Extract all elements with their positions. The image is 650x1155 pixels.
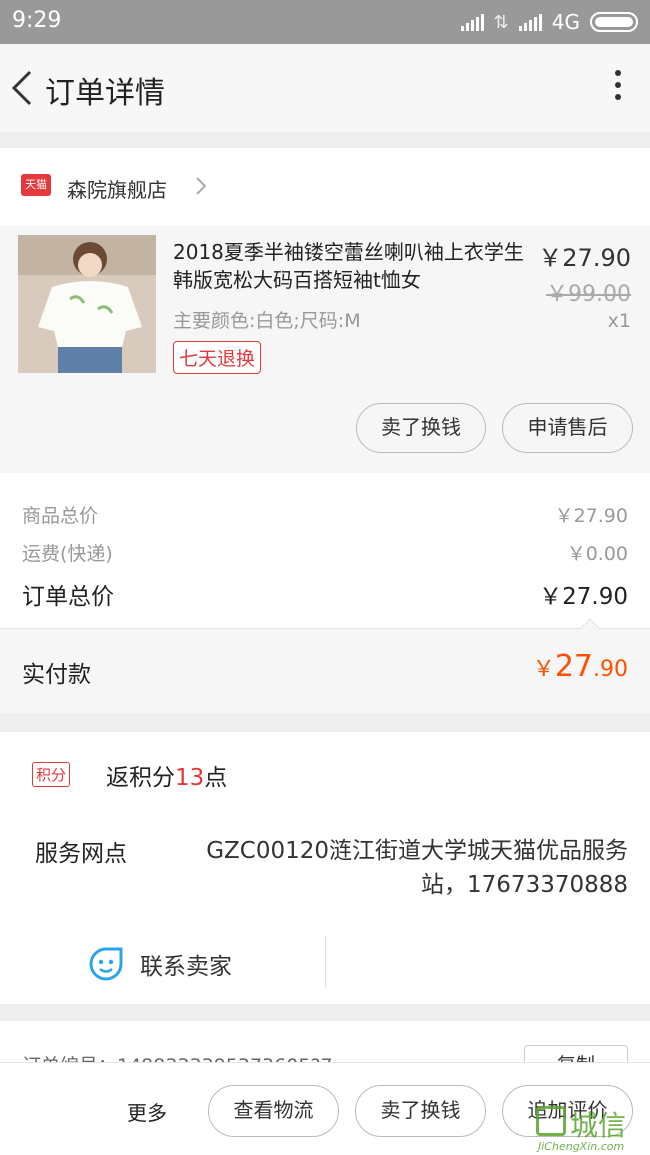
store-name[interactable]: 森院旗舰店 (67, 174, 167, 203)
shipping-label: 运费(快递) (22, 543, 113, 565)
order-total-label: 订单总价 (22, 584, 114, 610)
points-suffix: 点 (204, 765, 228, 791)
goods-total-row: 商品总价 ￥27.90 (22, 501, 628, 528)
signal-icon (460, 13, 484, 31)
watermark-logo-icon (536, 1106, 566, 1136)
status-bar: 9:29 ⇅ 4G (0, 0, 650, 44)
more-button[interactable]: 更多 (127, 1097, 167, 1126)
points-badge: 积分 (32, 762, 71, 787)
view-logistics-button[interactable]: 查看物流 (208, 1085, 339, 1137)
original-price: ￥99.00 (546, 282, 631, 307)
paid-label: 实付款 (22, 662, 91, 688)
divider-vertical (325, 936, 326, 988)
chat-face-icon (89, 947, 123, 981)
goods-total-value: ￥27.90 (554, 505, 628, 527)
watermark-subtext: JiChengXin.com (538, 1140, 625, 1153)
order-item-card: 天猫 森院旗舰店 2018夏季半袖镂空蕾丝喇叭袖上衣学生韩版宽松大码百搭短袖t恤… (0, 148, 650, 473)
network-type: 4G (551, 10, 580, 34)
product-row[interactable]: 2018夏季半袖镂空蕾丝喇叭袖上衣学生韩版宽松大码百搭短袖t恤女 主要颜色:白色… (0, 226, 650, 473)
product-thumbnail[interactable] (18, 235, 156, 373)
page-title: 订单详情 (45, 76, 165, 111)
paid-integer: 27 (554, 649, 593, 684)
order-total-row: 订单总价 ￥27.90 (22, 577, 628, 611)
sell-button[interactable]: 卖了换钱 (356, 403, 486, 453)
goods-total-label: 商品总价 (22, 505, 99, 527)
shipping-row: 运费(快递) ￥0.00 (22, 539, 628, 566)
status-right: ⇅ 4G (460, 10, 638, 34)
watermark: 城信 JiChengXin.com (536, 1106, 648, 1154)
back-arrow-icon[interactable] (8, 66, 38, 110)
chevron-right-icon (196, 177, 207, 195)
order-total-value: ￥27.90 (539, 584, 628, 610)
service-card: 积分 返积分13点 服务网点 GZC00120涟江街道大学城天猫优品服务站，17… (0, 732, 650, 1004)
status-time: 9:29 (12, 8, 62, 33)
more-options-icon[interactable] (612, 70, 624, 106)
shipping-value: ￥0.00 (566, 543, 628, 565)
points-count: 13 (175, 765, 205, 791)
return-policy-tag: 七天退换 (173, 341, 262, 374)
watermark-text: 城信 (570, 1109, 627, 1142)
data-transfer-icon: ⇅ (493, 11, 509, 33)
battery-icon (590, 12, 638, 32)
product-quantity: x1 (607, 310, 631, 332)
points-text: 返积分13点 (106, 758, 227, 792)
store-row[interactable]: 天猫 森院旗舰店 (0, 148, 650, 226)
header: 订单详情 (0, 44, 650, 132)
sell-button-bottom[interactable]: 卖了换钱 (355, 1085, 486, 1137)
paid-currency: ￥ (532, 657, 555, 682)
contact-seller-button[interactable]: 联系卖家 (88, 946, 232, 982)
tmall-logo-icon: 天猫 (21, 174, 51, 196)
service-point-value: GZC00120涟江街道大学城天猫优品服务站，17673370888 (206, 838, 628, 898)
after-sale-button[interactable]: 申请售后 (502, 403, 633, 453)
product-name: 2018夏季半袖镂空蕾丝喇叭袖上衣学生韩版宽松大码百搭短袖t恤女 (173, 240, 524, 292)
paid-value: ￥27.90 (533, 649, 628, 684)
product-attributes: 主要颜色:白色;尺码:M (173, 310, 361, 332)
contact-seller-label: 联系卖家 (140, 954, 232, 980)
points-prefix: 返积分 (106, 765, 175, 791)
paid-decimal: .90 (593, 657, 628, 682)
signal-icon-2 (518, 13, 542, 31)
product-price: ￥27.90 (538, 244, 631, 272)
price-summary: 商品总价 ￥27.90 运费(快递) ￥0.00 订单总价 ￥27.90 实付款… (0, 473, 650, 713)
paid-amount-row: 实付款 ￥27.90 (0, 629, 650, 713)
service-point-label: 服务网点 (35, 841, 127, 867)
